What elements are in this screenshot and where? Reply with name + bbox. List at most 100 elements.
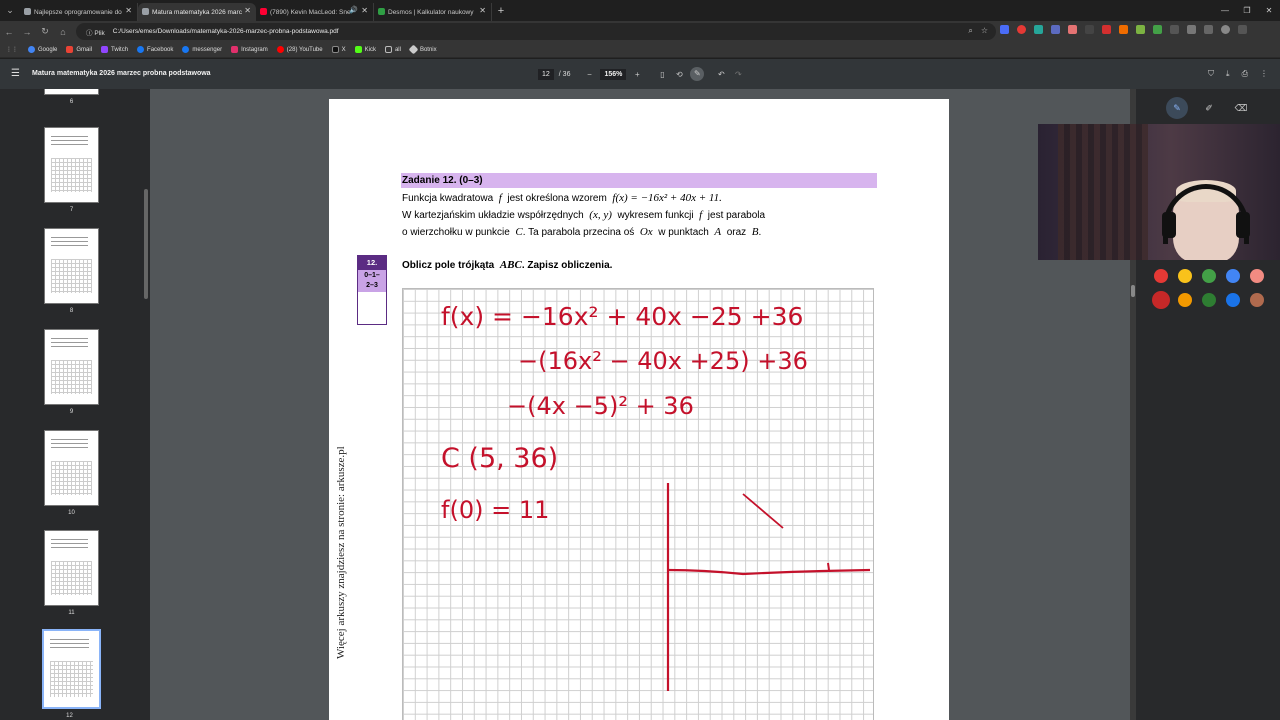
print-icon[interactable]: ⎙ xyxy=(1242,69,1248,79)
color-swatch[interactable] xyxy=(1250,269,1264,283)
extension-icon[interactable] xyxy=(1017,25,1026,34)
extension-icon[interactable] xyxy=(1119,25,1128,34)
fit-page-icon[interactable]: ▯ xyxy=(656,70,668,79)
extension-icon[interactable] xyxy=(1085,25,1094,34)
pen-icon[interactable]: ✎ xyxy=(1166,97,1188,119)
kick-icon xyxy=(354,46,362,53)
extension-icon[interactable] xyxy=(1136,25,1145,34)
extension-icon[interactable] xyxy=(1153,25,1162,34)
scrollbar-thumb[interactable] xyxy=(144,189,148,299)
color-swatch[interactable] xyxy=(1202,293,1216,307)
close-icon[interactable]: ✕ xyxy=(125,6,132,15)
bookmark-youtube[interactable]: (28) YouTube xyxy=(276,46,323,53)
more-icon[interactable]: ⋮ xyxy=(1260,69,1268,79)
profile-icon[interactable] xyxy=(1221,25,1230,34)
forward-icon[interactable]: → xyxy=(18,27,36,37)
color-swatch[interactable] xyxy=(1250,293,1264,307)
tab-1[interactable]: Matura matematyka 2026 marc ✕ xyxy=(138,3,256,21)
download-icon[interactable]: ⤓ xyxy=(1226,69,1230,79)
highlighter-icon[interactable]: ✐ xyxy=(1198,97,1220,119)
bookmark-google[interactable]: Google xyxy=(28,46,57,53)
thumbnail-page-9[interactable]: 9 xyxy=(44,329,99,415)
thumbnail-page-6[interactable]: 6 xyxy=(44,89,99,105)
tab-search-icon[interactable]: ⌄ xyxy=(0,0,20,21)
color-swatch[interactable] xyxy=(1178,269,1192,283)
minimize-icon[interactable]: — xyxy=(1214,0,1236,21)
color-swatch-selected[interactable] xyxy=(1152,291,1170,309)
text: jest parabola xyxy=(707,210,766,221)
save-icon[interactable]: ⛉ xyxy=(1208,69,1214,79)
extensions-puzzle-icon[interactable] xyxy=(1187,25,1196,34)
redo-icon[interactable]: ↷ xyxy=(732,70,744,79)
text: o wierzchołku w punkcie xyxy=(402,227,510,238)
maximize-icon[interactable]: ❐ xyxy=(1236,0,1258,21)
rotate-icon[interactable]: ⟲ xyxy=(673,70,685,79)
annotate-icon[interactable]: ✎ xyxy=(690,67,705,81)
bookmark-star-icon[interactable]: ☆ xyxy=(981,26,988,36)
color-swatch[interactable] xyxy=(1226,269,1240,283)
thumbnail-page-8[interactable]: 8 xyxy=(44,228,99,314)
extension-icon[interactable] xyxy=(1170,25,1179,34)
bookmark-x[interactable]: X xyxy=(331,46,346,53)
zoom-out-icon[interactable]: − xyxy=(583,70,595,79)
tab-0[interactable]: Najlepsze oprogramowanie do ✕ xyxy=(20,3,138,21)
sidebar-scrollbar[interactable] xyxy=(143,89,149,720)
pdf-page[interactable]: Więcej arkuszy znajdziesz na stronie: ar… xyxy=(329,99,949,720)
new-tab-button[interactable]: + xyxy=(492,5,510,17)
eraser-icon[interactable]: ⌫ xyxy=(1230,97,1252,119)
bookmark-all[interactable]: all xyxy=(384,46,401,53)
scrollbar-thumb[interactable] xyxy=(1131,285,1135,297)
close-icon[interactable]: ✕ xyxy=(244,6,251,15)
url-text[interactable]: C:/Users/emes/Downloads/matematyka-2026-… xyxy=(113,28,339,35)
bookmark-twitch[interactable]: Twitch xyxy=(101,46,128,53)
webcam-background xyxy=(1058,124,1148,260)
thumbnail-number: 11 xyxy=(68,610,75,616)
bookmark-facebook[interactable]: Facebook xyxy=(137,46,173,53)
answer-grid[interactable]: f(x) = −16x² + 40x −25 +36 −(16x² − 40x … xyxy=(402,288,874,720)
extension-icon[interactable] xyxy=(1068,25,1077,34)
file-chip[interactable]: ⓘ Plik xyxy=(82,26,109,38)
close-window-icon[interactable]: ✕ xyxy=(1258,0,1280,21)
bookmark-messenger[interactable]: messenger xyxy=(182,46,222,53)
zoom-icon[interactable]: ⌕ xyxy=(968,26,972,36)
speaker-icon[interactable]: 🔊 xyxy=(349,6,358,14)
pdf-viewer[interactable]: Więcej arkuszy znajdziesz na stronie: ar… xyxy=(150,89,1130,720)
extension-icon[interactable] xyxy=(1000,25,1009,34)
tab-2[interactable]: (7890) Kevin MacLeod: Sne 🔊 ✕ xyxy=(256,3,374,21)
back-icon[interactable]: ← xyxy=(0,27,18,37)
close-icon[interactable]: ✕ xyxy=(361,6,368,15)
close-icon[interactable]: ✕ xyxy=(479,6,486,15)
thumbnail-page-11[interactable]: 11 xyxy=(44,530,99,616)
math-abc: ABC xyxy=(499,259,522,271)
apps-icon[interactable]: ⋮⋮ xyxy=(6,46,18,53)
address-bar[interactable]: ⓘ Plik C:/Users/emes/Downloads/matematyk… xyxy=(76,23,996,40)
zoom-in-icon[interactable]: + xyxy=(631,70,643,79)
color-swatch[interactable] xyxy=(1226,293,1240,307)
undo-icon[interactable]: ↶ xyxy=(715,70,727,79)
home-icon[interactable]: ⌂ xyxy=(54,27,72,37)
bookmark-gmail[interactable]: Gmail xyxy=(66,46,92,53)
tab-3[interactable]: Desmos | Kalkulator naukowy ✕ xyxy=(374,3,492,21)
color-swatch[interactable] xyxy=(1154,269,1168,283)
thumbnail-number: 8 xyxy=(69,308,74,314)
task-line-1: Funkcja kwadratowa f jest określona wzor… xyxy=(402,192,722,204)
extension-icon[interactable] xyxy=(1051,25,1060,34)
bookmark-instagram[interactable]: Instagram xyxy=(231,46,268,53)
reload-icon[interactable]: ↻ xyxy=(36,26,54,37)
bookmark-botnix[interactable]: Botnix xyxy=(408,44,437,55)
extension-icon[interactable] xyxy=(1102,25,1111,34)
color-swatch[interactable] xyxy=(1178,293,1192,307)
zoom-input[interactable]: 156% xyxy=(600,68,627,80)
color-swatch[interactable] xyxy=(1202,269,1216,283)
page-number-input[interactable]: 12 xyxy=(538,68,554,80)
thumbnail-page-12[interactable]: 12 xyxy=(42,629,101,719)
bookmark-label: all xyxy=(394,46,401,53)
menu-icon[interactable]: ☰ xyxy=(11,68,20,79)
extension-icon[interactable] xyxy=(1034,25,1043,34)
thumbnail-page-10[interactable]: 10 xyxy=(44,430,99,516)
thumbnail-page-7[interactable]: 7 xyxy=(44,127,99,213)
download-icon[interactable] xyxy=(1204,25,1213,34)
bookmark-kick[interactable]: Kick xyxy=(354,46,376,53)
color-swatches-row-1 xyxy=(1154,269,1264,283)
menu-icon[interactable] xyxy=(1238,25,1247,34)
